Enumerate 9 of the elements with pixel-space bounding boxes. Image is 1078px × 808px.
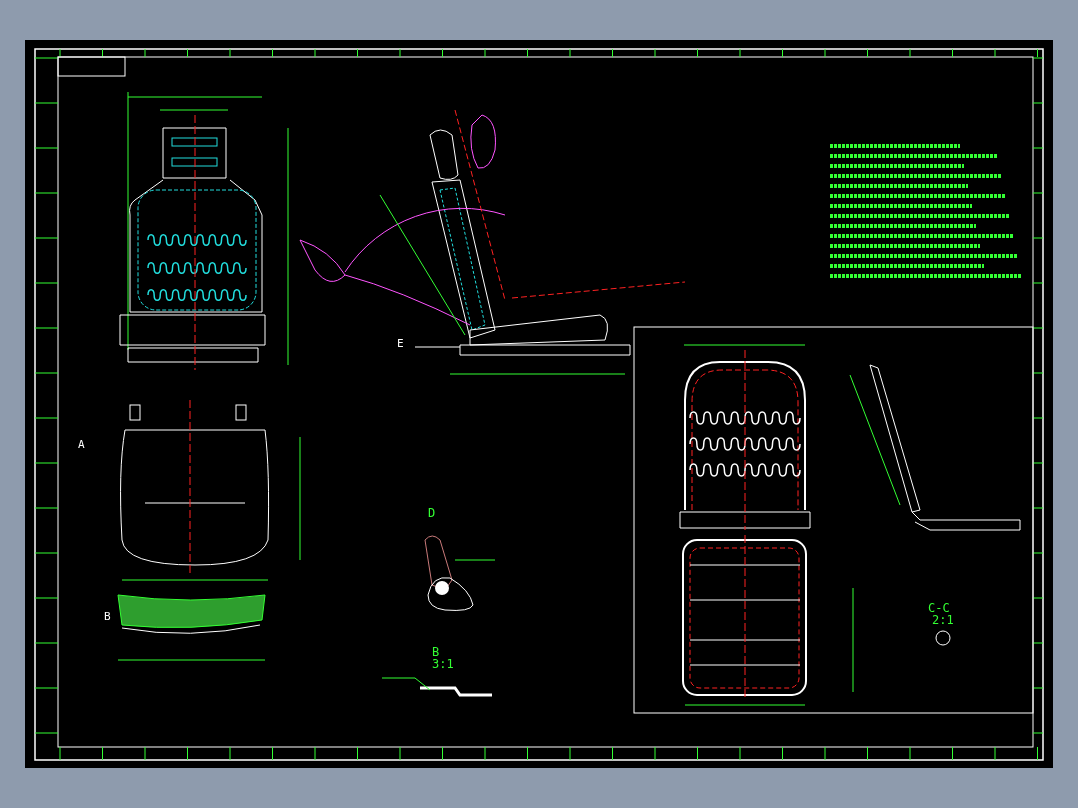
view-label: B (104, 610, 111, 623)
view-label: 2:1 (932, 613, 954, 627)
view-label: A (78, 438, 85, 451)
view-label: C-C (928, 601, 950, 615)
view-label: E (397, 337, 404, 350)
section-circle-drawing (935, 630, 951, 646)
view-label: 3:1 (432, 657, 454, 671)
view-label: B (432, 645, 440, 659)
view-label: D (428, 506, 436, 520)
